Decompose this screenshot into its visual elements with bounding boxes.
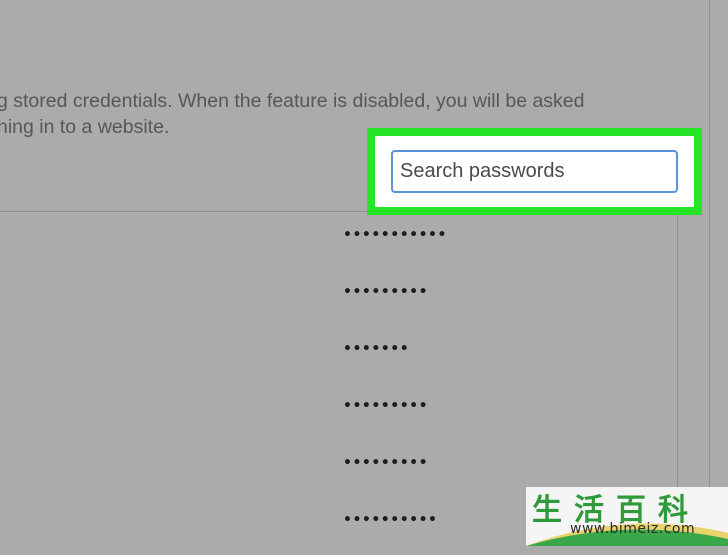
masked-password: ••••••••• bbox=[343, 398, 429, 414]
masked-password: •••••••••• bbox=[343, 512, 438, 528]
password-row[interactable]: ••••••••• bbox=[0, 384, 677, 441]
description-line-1: g stored credentials. When the feature i… bbox=[0, 90, 585, 112]
scrollbar-edge bbox=[709, 0, 710, 546]
password-row[interactable]: ••••••••••• bbox=[0, 213, 677, 270]
masked-password: ••••••••• bbox=[343, 284, 429, 300]
settings-page: g stored credentials. When the feature i… bbox=[0, 0, 728, 546]
watermark-logo: 生活百科 www.bimeiz.com bbox=[526, 487, 728, 546]
watermark-url: www.bimeiz.com bbox=[570, 521, 696, 537]
masked-password: ••••••• bbox=[343, 341, 410, 357]
password-row[interactable]: ••••••••• bbox=[0, 270, 677, 327]
masked-password: ••••••••••• bbox=[343, 227, 447, 243]
search-passwords-input[interactable] bbox=[391, 150, 678, 193]
password-row[interactable]: ••••••• bbox=[0, 327, 677, 384]
masked-password: ••••••••• bbox=[343, 455, 429, 471]
